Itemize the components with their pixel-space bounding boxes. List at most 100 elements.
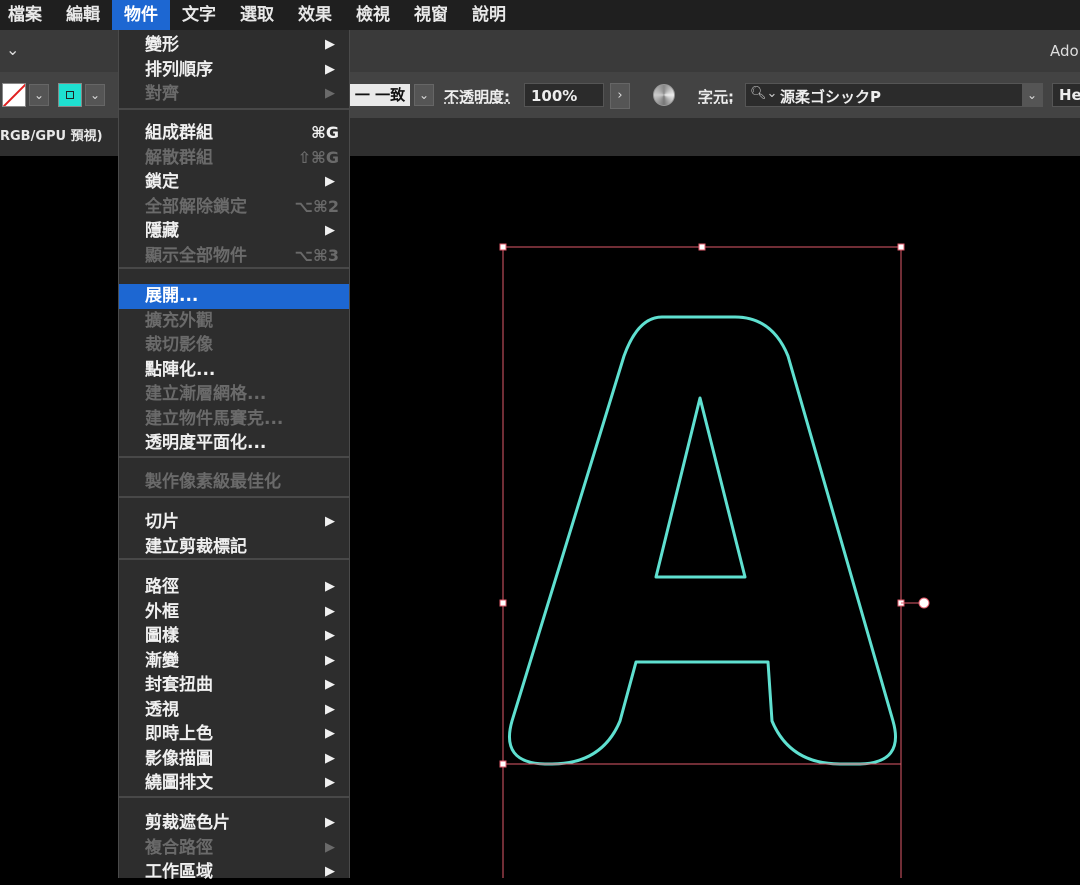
fill-dropdown-chevron-icon[interactable]: ⌄	[85, 84, 105, 106]
menu-item-label: 繞圖排文	[145, 773, 213, 793]
menu-item-shortcut: ⌥⌘2	[294, 196, 339, 216]
menu-item[interactable]: 組成群組 ⌘G	[119, 121, 349, 146]
menu-item-label: 剪裁遮色片	[145, 813, 230, 833]
menu-item[interactable]: 建立物件馬賽克...	[119, 407, 349, 432]
menu-effect[interactable]: 效果	[286, 0, 344, 30]
menu-item-label: 排列順序	[145, 59, 213, 80]
menu-item[interactable]: 製作像素級最佳化	[119, 470, 349, 495]
menu-item-label: 隱藏	[145, 221, 179, 241]
menu-item[interactable]: 建立剪裁標記	[119, 535, 349, 560]
menu-item[interactable]: 剪裁遮色片 ▶	[119, 811, 349, 836]
menu-item[interactable]: 複合路徑 ▶	[119, 836, 349, 861]
menu-item[interactable]: 點陣化...	[119, 358, 349, 383]
opacity-label[interactable]: 不透明度:	[444, 86, 510, 107]
handle-top-center[interactable]	[698, 243, 706, 251]
menu-bar: 檔案 編輯 物件 文字 選取 效果 檢視 視窗 說明	[0, 0, 1080, 30]
menu-item-label: 建立剪裁標記	[145, 536, 247, 557]
search-icon[interactable]: 🔍︎⌄	[750, 86, 777, 101]
menu-item-label: 複合路徑	[145, 837, 213, 858]
menu-item[interactable]: 外框 ▶	[119, 600, 349, 625]
submenu-arrow-icon: ▶	[325, 37, 335, 52]
menu-item-shortcut: ⌥⌘3	[294, 245, 339, 265]
menu-item-label: 解散群組	[145, 147, 213, 168]
menu-item[interactable]: 對齊 ▶	[119, 82, 349, 107]
menu-item[interactable]: 封套扭曲 ▶	[119, 673, 349, 698]
handle-middle-left[interactable]	[499, 599, 507, 607]
menu-item-label: 裁切影像	[145, 335, 213, 355]
menu-item[interactable]: 透視 ▶	[119, 698, 349, 723]
menu-separator	[119, 456, 349, 458]
menu-object[interactable]: 物件	[112, 0, 170, 30]
menu-item[interactable]: 全部解除鎖定 ⌥⌘2	[119, 195, 349, 220]
menu-item[interactable]: 顯示全部物件 ⌥⌘3	[119, 244, 349, 269]
menu-item[interactable]: 展開...	[119, 284, 349, 309]
menu-item-label: 切片	[145, 512, 179, 532]
menu-item[interactable]: 切片 ▶	[119, 510, 349, 535]
menu-item-label: 影像描圖	[145, 748, 213, 769]
menu-item[interactable]: 裁切影像	[119, 333, 349, 358]
menu-item-label: 組成群組	[145, 123, 213, 143]
menu-type[interactable]: 文字	[170, 0, 228, 30]
character-label[interactable]: 字元:	[698, 86, 734, 107]
submenu-arrow-icon: ▶	[325, 864, 335, 879]
recolor-artwork-icon[interactable]	[653, 84, 675, 106]
menu-item-label: 製作像素級最佳化	[145, 472, 281, 492]
font-family-field[interactable]: 🔍︎⌄ 源柔ゴシックP ⌄	[745, 83, 1043, 107]
menu-item-label: 圖樣	[145, 626, 179, 646]
chevron-down-icon[interactable]: ⌄	[1022, 84, 1042, 106]
menu-item[interactable]: 漸變 ▶	[119, 649, 349, 674]
handle-top-left[interactable]	[499, 243, 507, 251]
submenu-arrow-icon: ▶	[325, 61, 335, 77]
menu-item[interactable]: 建立漸層網格...	[119, 382, 349, 407]
document-tab[interactable]: RGB/GPU 預視)	[0, 118, 113, 156]
chevron-down-icon[interactable]: ⌄	[6, 40, 19, 59]
font-family-value: 源柔ゴシックP	[780, 88, 881, 106]
menu-item[interactable]: 路徑 ▶	[119, 575, 349, 600]
menu-item[interactable]: 隱藏 ▶	[119, 219, 349, 244]
menu-item[interactable]: 工作區域 ▶	[119, 860, 349, 885]
menu-select[interactable]: 選取	[228, 0, 286, 30]
menu-item[interactable]: 即時上色 ▶	[119, 722, 349, 747]
opacity-input[interactable]: 100%	[524, 83, 604, 107]
letter-a-outer-outline[interactable]	[507, 315, 898, 766]
submenu-arrow-icon: ▶	[325, 174, 335, 189]
submenu-arrow-icon: ▶	[325, 652, 335, 668]
chevron-right-icon[interactable]: ›	[610, 83, 630, 109]
menu-item[interactable]: 鎖定 ▶	[119, 170, 349, 195]
menu-item-label: 封套扭曲	[145, 675, 213, 695]
menu-item[interactable]: 繞圖排文 ▶	[119, 771, 349, 796]
fill-swatch[interactable]	[58, 83, 82, 107]
menu-item[interactable]: 擴充外觀	[119, 309, 349, 334]
submenu-arrow-icon: ▶	[325, 579, 335, 594]
submenu-arrow-icon: ▶	[325, 86, 335, 101]
menu-view[interactable]: 檢視	[344, 0, 402, 30]
menu-item-shortcut: ⇧⌘G	[297, 147, 339, 167]
menu-item-label: 擴充外觀	[145, 310, 213, 331]
menu-item-label: 路徑	[145, 577, 179, 597]
menu-item[interactable]: 變形 ▶	[119, 33, 349, 58]
handle-top-right[interactable]	[897, 243, 905, 251]
rotate-handle[interactable]	[918, 597, 930, 609]
stroke-swatch[interactable]	[2, 83, 26, 107]
menu-item[interactable]: 排列順序 ▶	[119, 58, 349, 83]
menu-separator	[119, 796, 349, 798]
submenu-arrow-icon: ▶	[325, 603, 335, 619]
menu-item[interactable]: 影像描圖 ▶	[119, 747, 349, 772]
menu-edit[interactable]: 編輯	[54, 0, 112, 30]
stroke-profile-select[interactable]: 一 一致	[350, 84, 410, 106]
stroke-profile-chevron-icon[interactable]: ⌄	[414, 84, 434, 106]
menu-item-label: 全部解除鎖定	[145, 196, 247, 217]
menu-file[interactable]: 檔案	[0, 0, 54, 30]
menu-help[interactable]: 說明	[460, 0, 518, 30]
menu-item-label: 即時上色	[145, 724, 213, 744]
handle-bottom-left[interactable]	[499, 760, 507, 768]
letter-a-inner-outline[interactable]	[654, 396, 747, 579]
menu-item[interactable]: 圖樣 ▶	[119, 624, 349, 649]
menu-item-label: 建立物件馬賽克...	[145, 408, 284, 429]
menu-item[interactable]: 透明度平面化...	[119, 431, 349, 456]
stroke-dropdown-chevron-icon[interactable]: ⌄	[29, 84, 49, 106]
font-style-field[interactable]: He	[1052, 83, 1080, 107]
menu-item[interactable]: 解散群組 ⇧⌘G	[119, 146, 349, 171]
menu-window[interactable]: 視窗	[402, 0, 460, 30]
menu-separator	[119, 496, 349, 498]
